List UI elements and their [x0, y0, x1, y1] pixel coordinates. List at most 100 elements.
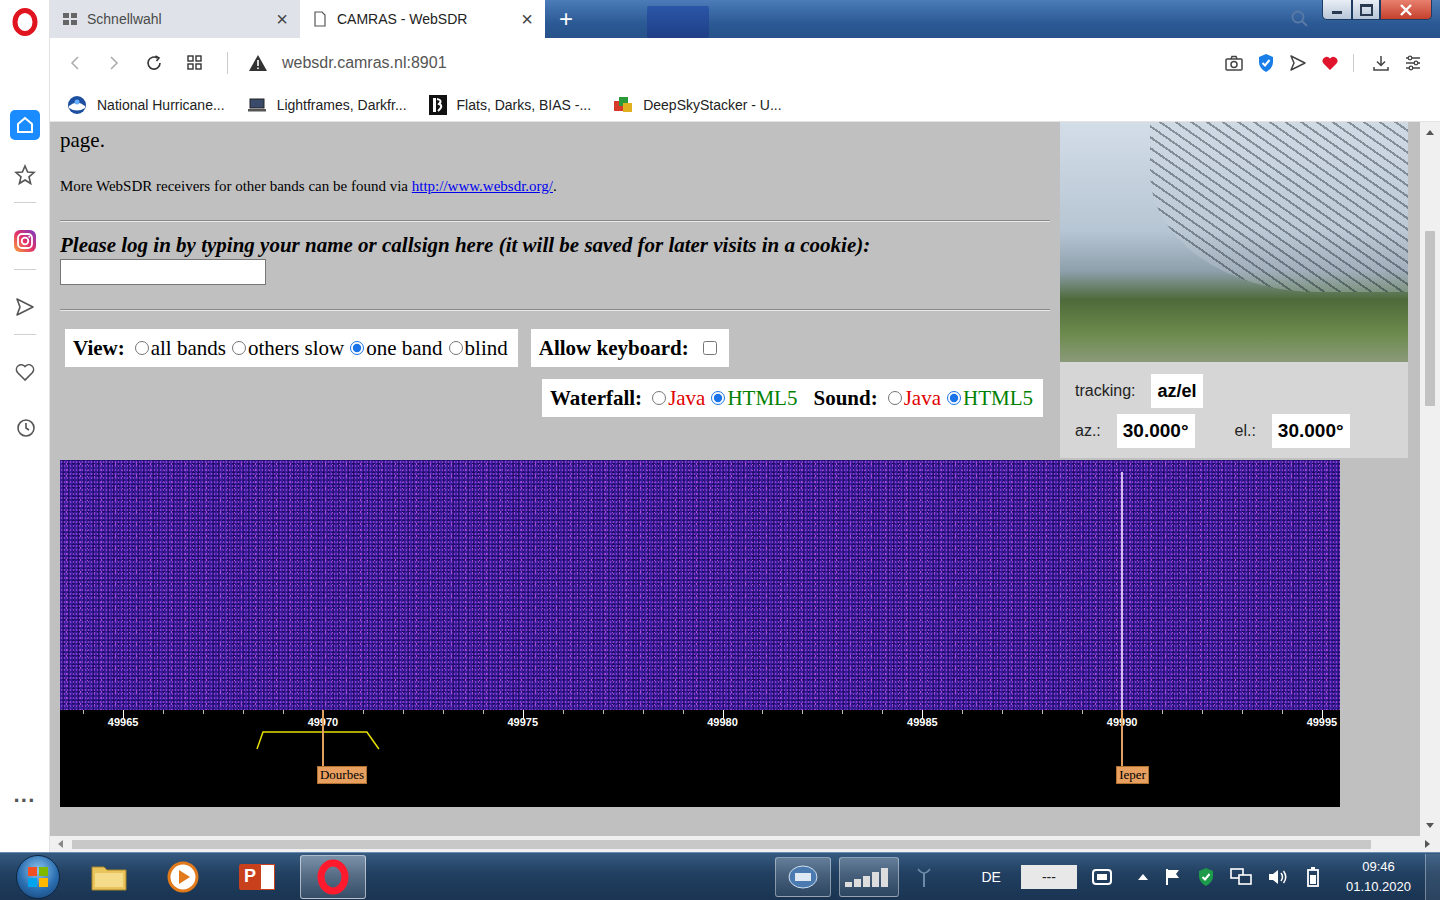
tab-close-button[interactable]: ×: [276, 9, 288, 29]
keyboard-layout-icon[interactable]: [1090, 867, 1114, 887]
bookmark-label: Flats, Darks, BIAS -...: [457, 97, 592, 113]
callsign-input[interactable]: [60, 259, 266, 285]
clock-icon[interactable]: [15, 417, 37, 439]
browser-tab[interactable]: CAMRAS - WebSDR×: [300, 0, 545, 38]
passband-icon[interactable]: [60, 710, 1340, 807]
camera-icon[interactable]: [1225, 55, 1243, 71]
view-option[interactable]: others slow: [228, 336, 344, 361]
warning-icon[interactable]: [248, 54, 268, 72]
keyboard-checkbox[interactable]: [703, 341, 717, 355]
login-prompt: Please log in by typing your name or cal…: [60, 232, 870, 258]
view-option[interactable]: one band: [346, 336, 442, 361]
back-icon[interactable]: [67, 55, 83, 71]
telescope-column: tracking:az/elaz.:30.000°el.:30.000°: [1060, 122, 1408, 458]
security-shield-icon[interactable]: [1197, 867, 1215, 887]
dwingeloo-telescope-photo: [1060, 122, 1408, 362]
view-radio[interactable]: [449, 341, 463, 355]
tab-search-icon[interactable]: [1290, 9, 1310, 29]
heart-icon[interactable]: [1321, 54, 1339, 72]
speaker-icon[interactable]: [1267, 867, 1289, 887]
sound-option[interactable]: HTML5: [943, 386, 1033, 411]
waterfall-option[interactable]: HTML5: [707, 386, 797, 411]
browser-tab[interactable]: Schnellwahl×: [50, 0, 300, 38]
minimize-button[interactable]: [1322, 0, 1352, 20]
station-label[interactable]: Ieper: [1116, 766, 1149, 784]
vertical-scrollbar[interactable]: [1420, 122, 1440, 836]
url-field[interactable]: websdr.camras.nl:8901: [282, 54, 447, 72]
network-icon[interactable]: [1229, 867, 1253, 887]
bookmarks-bar: National Hurricane... Lightframes, Darkfr…: [50, 88, 1440, 122]
heart-icon[interactable]: [14, 361, 36, 383]
waterfall[interactable]: [60, 460, 1340, 710]
powerpoint-button[interactable]: P: [226, 855, 288, 899]
show-desktop-button[interactable]: [1425, 854, 1440, 900]
opera-logo-icon[interactable]: [12, 8, 38, 36]
home-icon[interactable]: [10, 110, 40, 140]
tab-close-button[interactable]: ×: [521, 9, 533, 29]
signal-strength-button[interactable]: [839, 857, 899, 897]
horizontal-scrollbar[interactable]: [50, 836, 1440, 852]
tabs-grid-icon[interactable]: [186, 54, 204, 72]
minor-tick: [1162, 710, 1163, 714]
send-icon[interactable]: [1289, 54, 1307, 72]
network-dialog-button[interactable]: [775, 857, 831, 897]
action-center-flag-icon[interactable]: [1163, 867, 1183, 887]
taskbar-clock[interactable]: 09:4601.10.2020: [1346, 857, 1411, 897]
view-radio[interactable]: [350, 341, 364, 355]
sidebar-more-button[interactable]: ···: [14, 790, 36, 812]
restore-button[interactable]: [1352, 0, 1380, 20]
view-option[interactable]: all bands: [131, 336, 226, 361]
instagram-icon[interactable]: [13, 229, 37, 253]
sound-option[interactable]: Java: [884, 386, 941, 411]
media-player-button[interactable]: [152, 855, 214, 899]
folder-icon: [90, 861, 128, 893]
deepskystacker-icon: [613, 95, 633, 115]
forward-icon[interactable]: [106, 55, 122, 71]
view-option[interactable]: blind: [445, 336, 508, 361]
minor-tick: [443, 710, 444, 714]
station-label[interactable]: Dourbes: [317, 766, 367, 784]
waterfall-radio[interactable]: [652, 391, 666, 405]
windows-logo-icon: [27, 866, 49, 888]
sound-radio[interactable]: [888, 391, 902, 405]
tray-expand-icon[interactable]: [1137, 872, 1149, 882]
star-icon[interactable]: [14, 164, 36, 186]
bookmark[interactable]: Flats, Darks, BIAS -...: [429, 95, 592, 115]
power-icon[interactable]: [1303, 866, 1323, 888]
websdr-link[interactable]: http://www.websdr.org/: [412, 178, 553, 194]
start-button[interactable]: [16, 855, 60, 899]
waterfall-radio[interactable]: [711, 391, 725, 405]
browser-main: Schnellwahl×CAMRAS - WebSDR×+ websdr.camr…: [50, 0, 1440, 852]
language-indicator[interactable]: DE: [981, 869, 1000, 885]
taskbar-field[interactable]: ---: [1021, 865, 1077, 889]
azimuth-value: 30.000°: [1117, 414, 1195, 448]
close-button[interactable]: [1380, 0, 1432, 20]
new-tab-button[interactable]: +: [545, 0, 587, 38]
sidebar-separator: [14, 269, 36, 270]
download-icon[interactable]: [1372, 54, 1390, 72]
reload-icon[interactable]: [145, 54, 163, 72]
scroll-thumb[interactable]: [1425, 231, 1435, 406]
waterfall-option[interactable]: Java: [648, 386, 705, 411]
opera-taskbar-button[interactable]: [300, 855, 366, 899]
bookmark[interactable]: National Hurricane...: [67, 95, 225, 115]
send-icon[interactable]: [14, 296, 36, 318]
sound-radio[interactable]: [947, 391, 961, 405]
antenna-icon[interactable]: [914, 865, 934, 889]
signal-trace: [1121, 472, 1123, 710]
minor-tick: [203, 710, 204, 714]
settings-menu-icon[interactable]: [1404, 54, 1422, 72]
explorer-button[interactable]: [78, 855, 140, 899]
taskbar: P DE --- 09:4601.10.2020: [0, 852, 1440, 900]
minor-tick: [962, 710, 963, 714]
vpn-shield-icon[interactable]: [1257, 53, 1275, 73]
bookmark[interactable]: DeepSkyStacker - U...: [613, 95, 782, 115]
frequency-scale[interactable]: 49965499704997549980499854999049995Dourb…: [60, 710, 1340, 807]
scroll-thumb[interactable]: [72, 840, 1371, 849]
bookmark[interactable]: Lightframes, Darkfr...: [247, 97, 407, 113]
desktop-glimpse: [647, 6, 709, 38]
clock-time: 09:46: [1362, 857, 1395, 877]
view-radio[interactable]: [232, 341, 246, 355]
view-radio[interactable]: [135, 341, 149, 355]
bookmark-label: National Hurricane...: [97, 97, 225, 113]
